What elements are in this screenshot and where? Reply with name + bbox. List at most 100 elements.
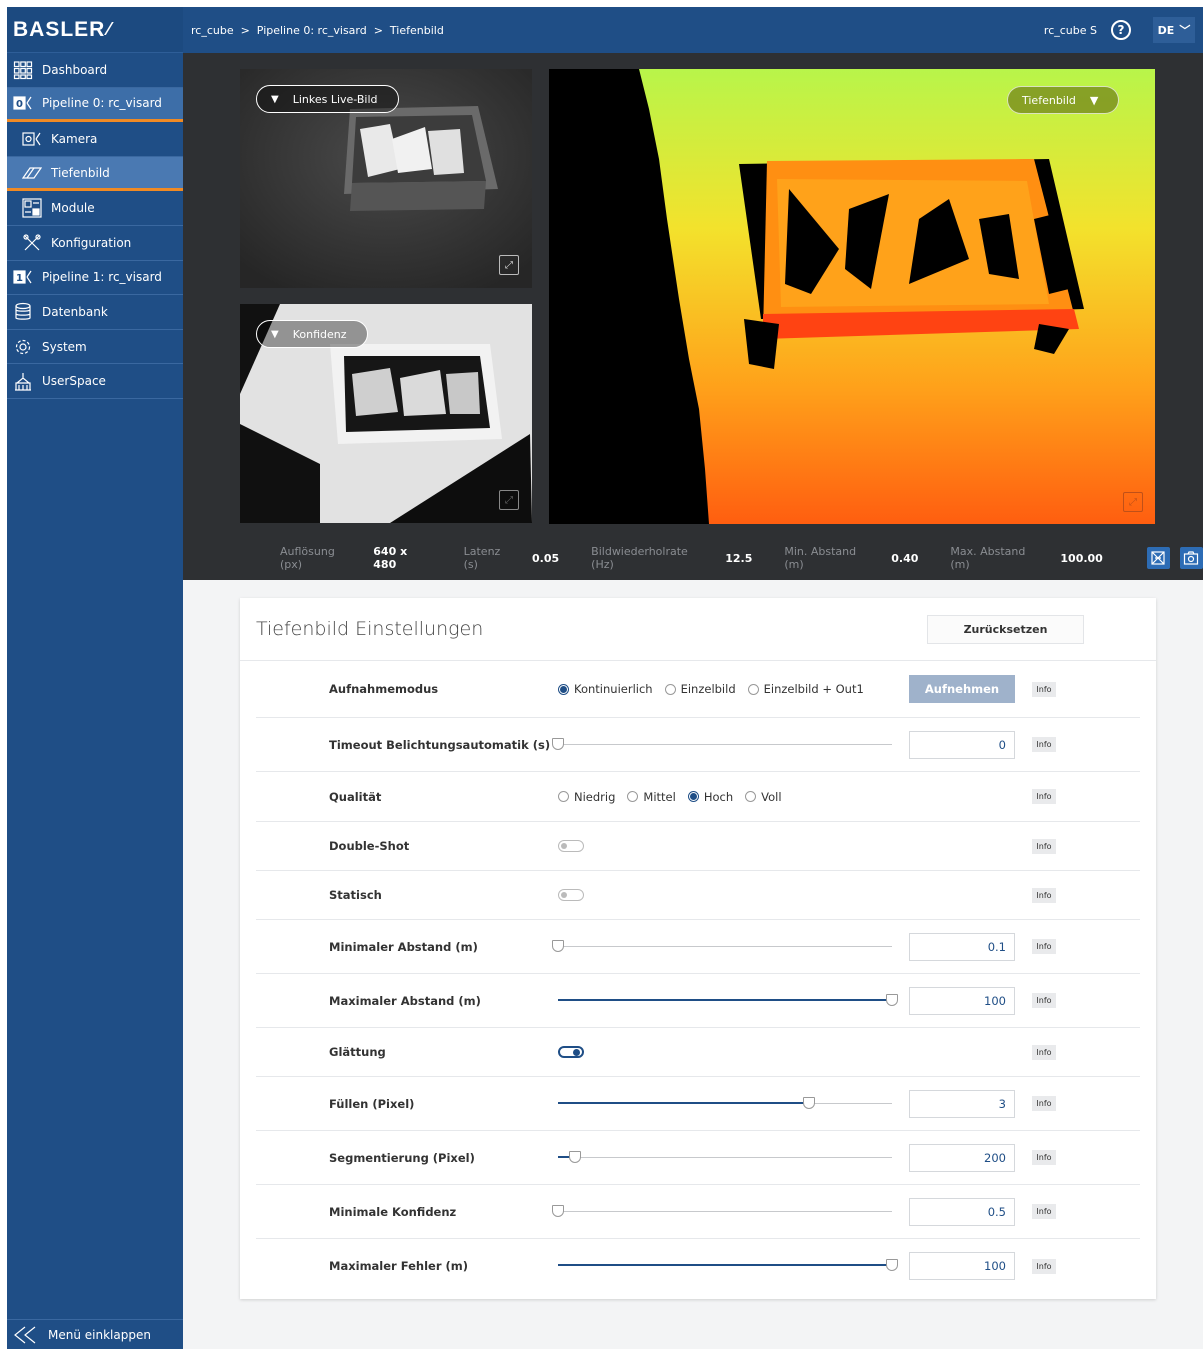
- max-error-input[interactable]: 100: [909, 1252, 1015, 1280]
- database-icon: [13, 302, 33, 322]
- sidebar-item-label: Konfiguration: [51, 235, 132, 250]
- setting-row-capture-mode: Aufnahmemodus Kontinuierlich Einzelbild …: [256, 661, 1140, 718]
- info-button[interactable]: Info: [1032, 681, 1056, 697]
- chevron-down-icon: ﹀: [1179, 24, 1191, 37]
- reset-button[interactable]: Zurücksetzen: [927, 614, 1084, 644]
- sidebar-item-pipeline-1[interactable]: 1 Pipeline 1: rc_visard: [7, 261, 183, 296]
- sidebar-item-label: UserSpace: [42, 374, 106, 389]
- depth-dropdown[interactable]: Tiefenbild ▼: [1007, 86, 1120, 114]
- sidebar-item-pipeline-0[interactable]: 0 Pipeline 0: rc_visard: [7, 87, 183, 123]
- language-select[interactable]: DE ﹀: [1153, 17, 1195, 43]
- confidence-dropdown[interactable]: ▼ Konfidenz: [256, 320, 368, 348]
- radio-single-out1[interactable]: Einzelbild + Out1: [747, 682, 864, 696]
- setting-row-min-confidence: Minimale Konfidenz 0.5 Info: [256, 1185, 1140, 1239]
- sidebar-item-label: Dashboard: [42, 62, 108, 77]
- max-error-slider[interactable]: [558, 1259, 898, 1273]
- sidebar-item-userspace[interactable]: UserSpace: [7, 364, 183, 399]
- slider-thumb[interactable]: [552, 1204, 564, 1217]
- info-button[interactable]: Info: [1032, 1150, 1056, 1165]
- depth-image[interactable]: Tiefenbild ▼ ⤢: [549, 69, 1155, 524]
- slider-thumb[interactable]: [568, 1150, 581, 1163]
- fullscreen-icon[interactable]: ⤢: [1123, 492, 1143, 512]
- brand-name: BASLER: [13, 17, 106, 41]
- radio-high[interactable]: Hoch: [687, 790, 733, 804]
- fill-input[interactable]: 3: [909, 1089, 1015, 1118]
- slider-thumb[interactable]: [886, 993, 898, 1006]
- static-label: Statisch: [329, 888, 382, 902]
- confidence-image[interactable]: ▼ Konfidenz ⤢: [240, 304, 532, 523]
- breadcrumb[interactable]: rc_cube > Pipeline 0: rc_visard > Tiefen…: [183, 24, 1044, 37]
- radio-full[interactable]: Voll: [745, 790, 782, 804]
- radio-low[interactable]: Niedrig: [558, 790, 615, 804]
- basler-logo[interactable]: BASLER ⁄: [7, 7, 183, 53]
- sidebar-item-configuration[interactable]: Konfiguration: [7, 226, 183, 261]
- timeout-input[interactable]: 0: [909, 730, 1015, 759]
- timeout-slider[interactable]: [552, 737, 892, 752]
- info-button[interactable]: Info: [1032, 789, 1056, 804]
- sidebar: BASLER ⁄ Dashboard 0 Pipeline 0: rc_visar…: [7, 7, 183, 1349]
- info-button[interactable]: Info: [1032, 838, 1056, 854]
- sidebar-item-camera[interactable]: Kamera: [7, 122, 183, 157]
- min-confidence-input[interactable]: 0.5: [909, 1197, 1015, 1226]
- slider-thumb[interactable]: [552, 939, 564, 952]
- segmentation-slider[interactable]: [558, 1150, 892, 1165]
- device-name: rc_cube S: [1043, 23, 1097, 37]
- setting-row-quality: Qualität Niedrig Mittel Hoch Voll Info: [256, 772, 1140, 822]
- latency-value: 0.05: [532, 551, 560, 565]
- setting-row-max-error: Maximaler Fehler (m) 100 Info: [256, 1239, 1140, 1293]
- min-distance-input[interactable]: 0.1: [909, 932, 1015, 961]
- double-shot-toggle[interactable]: [558, 840, 584, 852]
- max-distance-slider[interactable]: [558, 993, 898, 1008]
- chevron-down-icon: ▼: [271, 328, 279, 340]
- smoothing-toggle[interactable]: [558, 1046, 584, 1058]
- camera-snapshot-icon[interactable]: [1179, 547, 1203, 569]
- info-button[interactable]: Info: [1032, 1044, 1056, 1060]
- info-button[interactable]: Info: [1032, 993, 1056, 1008]
- info-button[interactable]: Info: [1032, 939, 1056, 954]
- help-icon[interactable]: ?: [1111, 20, 1131, 40]
- sidebar-item-system[interactable]: System: [7, 330, 183, 365]
- info-button[interactable]: Info: [1032, 887, 1056, 903]
- left-live-image[interactable]: ▼ Linkes Live-Bild ⤢: [240, 69, 532, 288]
- segmentation-input[interactable]: 200: [909, 1143, 1015, 1172]
- capture-button[interactable]: Aufnehmen: [909, 675, 1015, 703]
- fill-slider[interactable]: [558, 1096, 892, 1111]
- sidebar-item-depth[interactable]: Tiefenbild: [7, 156, 183, 192]
- collapse-menu-button[interactable]: Menü einklappen: [7, 1319, 183, 1349]
- fullscreen-icon[interactable]: ⤢: [499, 255, 519, 275]
- sidebar-item-database[interactable]: Datenbank: [7, 295, 183, 330]
- pointcloud-icon[interactable]: [1146, 547, 1170, 569]
- language-label: DE: [1157, 23, 1175, 37]
- info-button[interactable]: Info: [1032, 1204, 1056, 1219]
- tools-icon: [22, 233, 42, 253]
- min-distance-label: Min. Abstand (m): [784, 545, 857, 571]
- max-distance-input[interactable]: 100: [909, 986, 1015, 1015]
- slider-thumb[interactable]: [802, 1096, 815, 1109]
- setting-row-min-distance: Minimaler Abstand (m) 0.1 Info: [256, 920, 1140, 974]
- collapse-menu-label: Menü einklappen: [48, 1327, 151, 1342]
- fullscreen-icon[interactable]: ⤢: [499, 490, 519, 510]
- info-button[interactable]: Info: [1032, 1096, 1056, 1111]
- svg-text:1: 1: [16, 273, 23, 284]
- left-live-dropdown[interactable]: ▼ Linkes Live-Bild: [256, 85, 399, 113]
- radio-single[interactable]: Einzelbild: [664, 682, 736, 696]
- left-live-label: Linkes Live-Bild: [292, 92, 378, 106]
- min-distance-slider[interactable]: [552, 939, 892, 954]
- radio-medium[interactable]: Mittel: [627, 790, 676, 804]
- static-toggle[interactable]: [558, 889, 584, 901]
- card-title: Tiefenbild Einstellungen: [256, 618, 484, 640]
- info-button[interactable]: Info: [1032, 1258, 1056, 1274]
- quality-radios: Niedrig Mittel Hoch Voll: [558, 790, 794, 804]
- info-button[interactable]: Info: [1032, 737, 1056, 752]
- slider-thumb[interactable]: [886, 1259, 898, 1271]
- sidebar-item-label: Module: [51, 201, 95, 216]
- min-distance-setting-label: Minimaler Abstand (m): [329, 939, 478, 954]
- sidebar-item-modules[interactable]: Module: [7, 191, 183, 226]
- modules-icon: [22, 198, 42, 218]
- sidebar-item-dashboard[interactable]: Dashboard: [7, 53, 183, 88]
- sidebar-item-label: Datenbank: [42, 304, 108, 319]
- min-confidence-slider[interactable]: [552, 1204, 892, 1219]
- setting-row-double-shot: Double-Shot Info: [256, 822, 1140, 871]
- radio-continuous[interactable]: Kontinuierlich: [558, 682, 653, 696]
- slider-thumb[interactable]: [552, 737, 564, 750]
